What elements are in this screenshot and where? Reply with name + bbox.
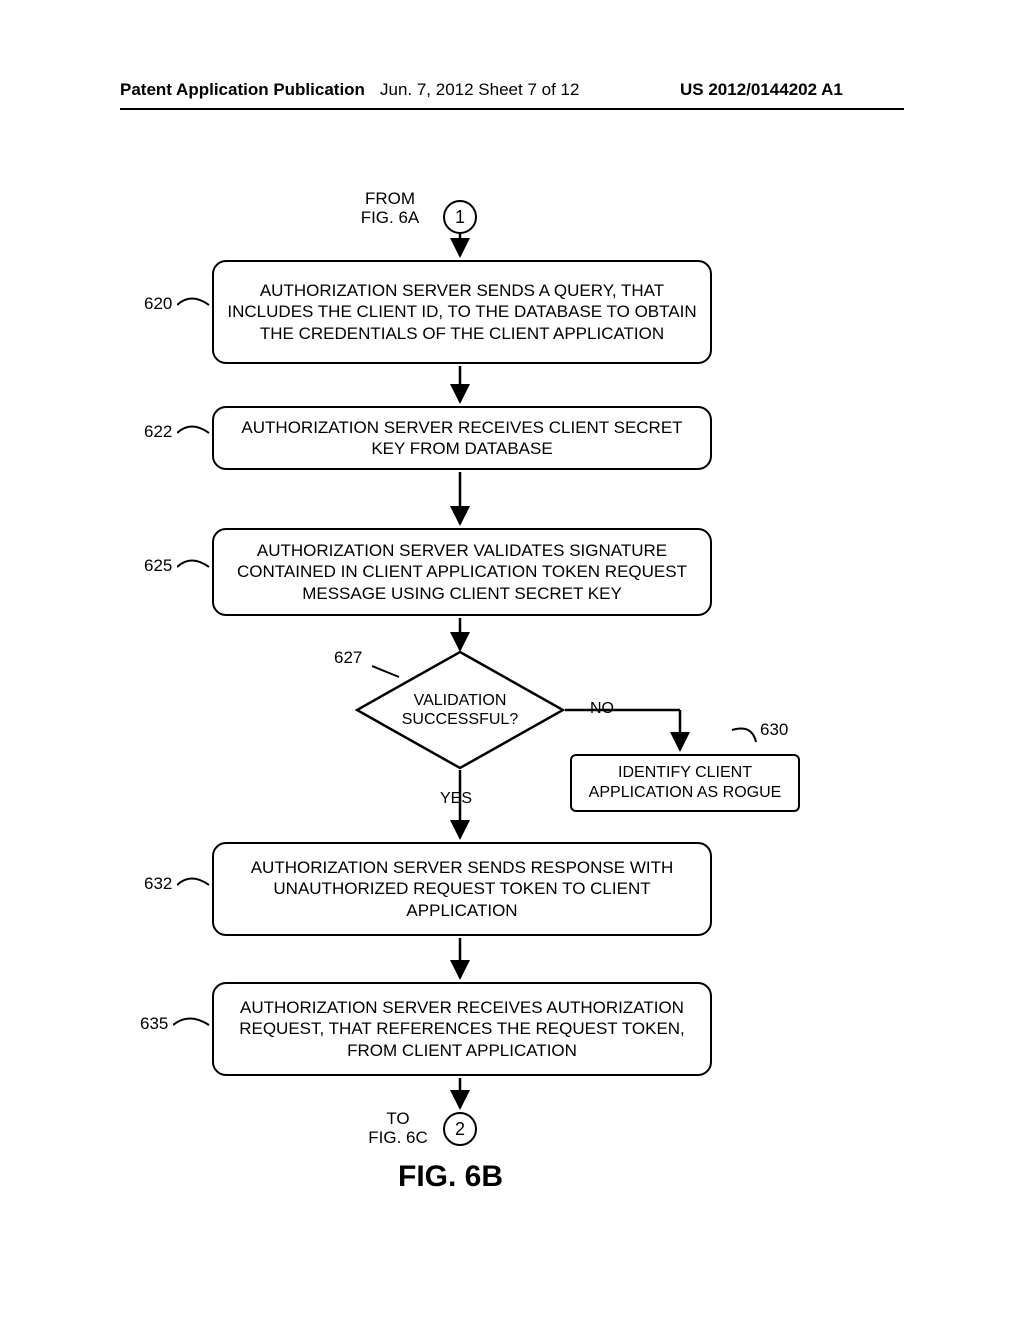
ref-635-text: 635 [140,1014,168,1033]
ref-620-text: 620 [144,294,172,313]
step-620-text: AUTHORIZATION SERVER SENDS A QUERY, THAT… [226,280,698,344]
step-630-text: IDENTIFY CLIENT APPLICATION AS ROGUE [584,763,786,803]
ref-630-text: 630 [760,720,788,739]
connector-1-text: 1 [455,207,465,228]
ref-627-text: 627 [334,648,362,667]
ref-622-hook-icon [177,424,211,442]
ref-635-hook-icon [173,1016,211,1034]
ref-622: 622 [144,422,211,442]
ref-632-hook-icon [177,876,211,894]
step-622-text: AUTHORIZATION SERVER RECEIVES CLIENT SEC… [226,417,698,460]
ref-622-text: 622 [144,422,172,441]
to-label: TO FIG. 6C [368,1110,428,1147]
step-630: IDENTIFY CLIENT APPLICATION AS ROGUE [570,754,800,812]
ref-627: 627 [334,648,362,668]
connector-1: 1 [443,200,477,234]
ref-620: 620 [144,294,211,314]
edge-yes: YES [440,790,472,808]
step-622: AUTHORIZATION SERVER RECEIVES CLIENT SEC… [212,406,712,470]
connector-2-text: 2 [455,1119,465,1140]
from-label: FROM FIG. 6A [350,190,430,227]
ref-630: 630 [760,720,788,740]
step-632: AUTHORIZATION SERVER SENDS RESPONSE WITH… [212,842,712,936]
flowchart: FROM FIG. 6A 1 AUTHORIZATION SERVER SEND… [120,190,904,1250]
header-right: US 2012/0144202 A1 [680,80,843,100]
step-635-text: AUTHORIZATION SERVER RECEIVES AUTHORIZAT… [226,997,698,1061]
connector-2: 2 [443,1112,477,1146]
step-620: AUTHORIZATION SERVER SENDS A QUERY, THAT… [212,260,712,364]
step-635: AUTHORIZATION SERVER RECEIVES AUTHORIZAT… [212,982,712,1076]
figure-title: FIG. 6B [398,1160,503,1194]
ref-625-text: 625 [144,556,172,575]
step-632-text: AUTHORIZATION SERVER SENDS RESPONSE WITH… [226,857,698,921]
header-left: Patent Application Publication [120,80,365,100]
ref-632: 632 [144,874,211,894]
ref-625: 625 [144,556,211,576]
step-625: AUTHORIZATION SERVER VALIDATES SIGNATURE… [212,528,712,616]
step-625-text: AUTHORIZATION SERVER VALIDATES SIGNATURE… [226,540,698,604]
ref-632-text: 632 [144,874,172,893]
decision-627: VALIDATION SUCCESSFUL? [355,650,565,770]
header-rule [120,108,904,110]
ref-620-hook-icon [177,296,211,314]
header-mid: Jun. 7, 2012 Sheet 7 of 12 [380,80,579,100]
edge-no: NO [590,700,614,718]
ref-625-hook-icon [177,558,211,576]
decision-627-text: VALIDATION SUCCESSFUL? [379,691,541,729]
ref-635: 635 [140,1014,211,1034]
